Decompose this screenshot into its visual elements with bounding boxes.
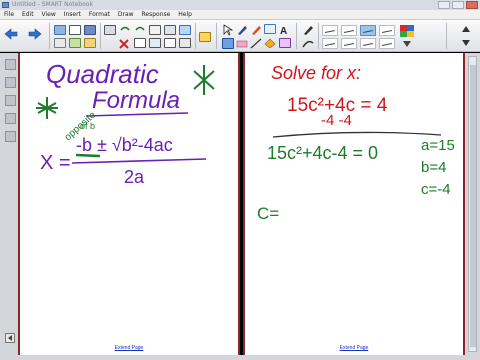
menu-draw[interactable]: Draw bbox=[118, 10, 134, 20]
pen-style-8[interactable] bbox=[379, 38, 395, 49]
right-page-ink: Solve for x: 15c²+4c = 4 -4 -4 15c²+4c-4… bbox=[257, 63, 455, 223]
formula-numerator: -b ± √b²-4ac bbox=[76, 135, 173, 155]
separator-line bbox=[272, 131, 442, 138]
window-title: Untitled - SMART Notebook bbox=[12, 1, 93, 8]
back-icon[interactable] bbox=[4, 28, 18, 40]
value-c: c=-4 bbox=[421, 181, 451, 198]
page-sorter-tab[interactable] bbox=[5, 59, 16, 70]
minimize-button[interactable] bbox=[438, 1, 450, 9]
gallery-tab[interactable] bbox=[5, 77, 16, 88]
shapes-icon[interactable] bbox=[264, 24, 276, 34]
equation-1-subtract: -4 -4 bbox=[321, 112, 352, 129]
bottom-strip bbox=[0, 355, 480, 360]
pen-color-icon[interactable] bbox=[302, 24, 314, 36]
redo-icon[interactable] bbox=[134, 25, 146, 35]
attachments-tab[interactable] bbox=[5, 95, 16, 106]
scrollbar-thumb[interactable] bbox=[470, 65, 476, 347]
notebook-page-right[interactable]: Solve for x: 15c²+4c = 4 -4 -4 15c²+4c-4… bbox=[243, 53, 465, 355]
pen-style-1[interactable] bbox=[322, 25, 338, 36]
fill-icon[interactable] bbox=[264, 38, 276, 49]
x-equals: X = bbox=[40, 152, 71, 174]
toolbar: A bbox=[0, 20, 480, 52]
undo-icon[interactable] bbox=[119, 25, 131, 35]
menu-view[interactable]: View bbox=[42, 10, 56, 20]
left-page-ink: Quadratic Formula opposite of b X = -b ±… bbox=[36, 59, 215, 187]
fraction-bar bbox=[71, 158, 207, 164]
extend-page-link-right[interactable]: Extend Page bbox=[245, 345, 463, 351]
properties-tab[interactable] bbox=[5, 113, 16, 124]
vertical-scrollbar[interactable] bbox=[468, 56, 477, 352]
save-icon[interactable] bbox=[84, 25, 96, 35]
value-a: a=15 bbox=[421, 137, 455, 154]
full-screen-icon[interactable] bbox=[134, 38, 146, 48]
title-bar: Untitled - SMART Notebook bbox=[0, 0, 480, 10]
note-of-b: of b bbox=[80, 121, 95, 131]
hide-sidebar-icon[interactable] bbox=[5, 333, 15, 343]
menu-insert[interactable]: Insert bbox=[64, 10, 81, 20]
formula-denominator: 2a bbox=[124, 167, 145, 187]
page-sorter-icon[interactable] bbox=[54, 25, 66, 35]
green-star-right bbox=[193, 65, 215, 95]
menu-file[interactable]: File bbox=[4, 10, 14, 20]
menu-bar: File Edit View Insert Format Draw Respon… bbox=[0, 10, 480, 20]
c-equals: C= bbox=[257, 204, 279, 223]
pen-style-5[interactable] bbox=[322, 38, 338, 49]
capture-icon[interactable] bbox=[149, 38, 161, 48]
table-icon[interactable] bbox=[164, 25, 176, 35]
pen-style-6[interactable] bbox=[341, 38, 357, 49]
pointer-icon[interactable] bbox=[223, 24, 233, 36]
svg-text:A: A bbox=[280, 26, 287, 36]
dropdown-arrow-icon[interactable] bbox=[403, 41, 411, 47]
delete-icon[interactable] bbox=[119, 39, 129, 49]
delete-page-icon[interactable] bbox=[69, 38, 81, 48]
pen-style-7[interactable] bbox=[360, 38, 376, 49]
creative-pen-icon[interactable] bbox=[222, 38, 234, 49]
properties-icon[interactable] bbox=[164, 38, 176, 48]
pen-style-4[interactable] bbox=[379, 25, 395, 36]
title-formula: Formula bbox=[92, 87, 180, 114]
eraser-icon[interactable] bbox=[236, 38, 248, 49]
extend-page-link-left[interactable]: Extend Page bbox=[20, 345, 238, 351]
magic-pen-icon[interactable] bbox=[179, 25, 191, 35]
document-camera-icon[interactable] bbox=[149, 25, 161, 35]
app-icon bbox=[2, 2, 9, 8]
menu-response[interactable]: Response bbox=[142, 10, 171, 20]
pen-tool-icon[interactable] bbox=[236, 24, 248, 36]
value-b: b=4 bbox=[421, 159, 446, 176]
green-star-left bbox=[36, 97, 58, 119]
menu-edit[interactable]: Edit bbox=[22, 10, 34, 20]
gallery-icon[interactable] bbox=[199, 32, 211, 42]
menu-help[interactable]: Help bbox=[178, 10, 192, 20]
heading-solve-for-x: Solve for x: bbox=[271, 63, 361, 83]
maximize-button[interactable] bbox=[452, 1, 464, 9]
close-button[interactable] bbox=[466, 1, 478, 9]
addons-tab[interactable] bbox=[5, 131, 16, 142]
underline-b bbox=[75, 153, 101, 158]
open-file-icon[interactable] bbox=[69, 25, 81, 35]
forward-icon[interactable] bbox=[28, 28, 42, 40]
highlighter-icon[interactable] bbox=[250, 24, 262, 36]
equation-2: 15c²+4c-4 = 0 bbox=[267, 143, 378, 163]
pen-style-3[interactable] bbox=[360, 25, 376, 36]
toolbar-toggle-icon[interactable] bbox=[462, 26, 470, 46]
side-tab-strip bbox=[0, 53, 18, 360]
add-page-icon[interactable] bbox=[54, 38, 66, 48]
line-tool-icon[interactable] bbox=[250, 38, 262, 49]
screen-capture-icon[interactable] bbox=[279, 38, 291, 48]
title-quadratic: Quadratic bbox=[46, 59, 159, 89]
pen-style-2[interactable] bbox=[341, 25, 357, 36]
toolbar-settings-icon[interactable] bbox=[179, 38, 191, 48]
menu-format[interactable]: Format bbox=[89, 10, 110, 20]
text-tool-icon[interactable]: A bbox=[279, 24, 291, 36]
pen-width-icon[interactable] bbox=[302, 38, 314, 49]
paste-icon[interactable] bbox=[104, 25, 116, 35]
notebook-page-left[interactable]: Quadratic Formula opposite of b X = -b ±… bbox=[18, 53, 240, 355]
color-palette-icon[interactable] bbox=[400, 25, 414, 37]
screen-shade-icon[interactable] bbox=[84, 38, 96, 48]
